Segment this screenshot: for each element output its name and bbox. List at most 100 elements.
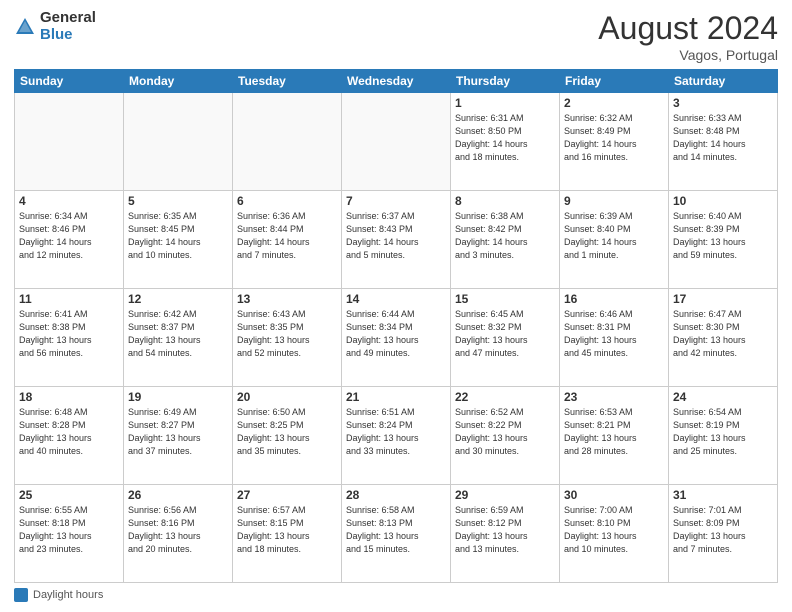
- logo-blue-text: Blue: [40, 27, 96, 44]
- day-info: Sunrise: 6:39 AM Sunset: 8:40 PM Dayligh…: [564, 210, 664, 262]
- day-number: 25: [19, 488, 119, 502]
- logo-general-text: General: [40, 10, 96, 27]
- legend-box: [14, 588, 28, 602]
- day-number: 8: [455, 194, 555, 208]
- day-info: Sunrise: 6:57 AM Sunset: 8:15 PM Dayligh…: [237, 504, 337, 556]
- day-info: Sunrise: 6:36 AM Sunset: 8:44 PM Dayligh…: [237, 210, 337, 262]
- day-number: 20: [237, 390, 337, 404]
- day-info: Sunrise: 6:56 AM Sunset: 8:16 PM Dayligh…: [128, 504, 228, 556]
- day-number: 13: [237, 292, 337, 306]
- day-number: 17: [673, 292, 773, 306]
- calendar-day-cell: 31 Sunrise: 7:01 AM Sunset: 8:09 PM Dayli…: [669, 485, 778, 583]
- calendar-day-cell: 28 Sunrise: 6:58 AM Sunset: 8:13 PM Dayli…: [342, 485, 451, 583]
- calendar-week-row: 18 Sunrise: 6:48 AM Sunset: 8:28 PM Dayli…: [15, 387, 778, 485]
- day-info: Sunrise: 6:51 AM Sunset: 8:24 PM Dayligh…: [346, 406, 446, 458]
- calendar-day-cell: 8 Sunrise: 6:38 AM Sunset: 8:42 PM Daylig…: [451, 191, 560, 289]
- day-info: Sunrise: 6:32 AM Sunset: 8:49 PM Dayligh…: [564, 112, 664, 164]
- calendar-col-header: Monday: [124, 70, 233, 93]
- day-info: Sunrise: 6:58 AM Sunset: 8:13 PM Dayligh…: [346, 504, 446, 556]
- calendar-day-cell: 3 Sunrise: 6:33 AM Sunset: 8:48 PM Daylig…: [669, 93, 778, 191]
- day-number: 16: [564, 292, 664, 306]
- calendar-day-cell: 29 Sunrise: 6:59 AM Sunset: 8:12 PM Dayli…: [451, 485, 560, 583]
- main-title: August 2024: [598, 10, 778, 47]
- day-info: Sunrise: 6:47 AM Sunset: 8:30 PM Dayligh…: [673, 308, 773, 360]
- calendar-day-cell: 19 Sunrise: 6:49 AM Sunset: 8:27 PM Dayli…: [124, 387, 233, 485]
- calendar-day-cell: 23 Sunrise: 6:53 AM Sunset: 8:21 PM Dayli…: [560, 387, 669, 485]
- day-info: Sunrise: 6:40 AM Sunset: 8:39 PM Dayligh…: [673, 210, 773, 262]
- calendar-day-cell: 17 Sunrise: 6:47 AM Sunset: 8:30 PM Dayli…: [669, 289, 778, 387]
- day-number: 23: [564, 390, 664, 404]
- day-info: Sunrise: 6:31 AM Sunset: 8:50 PM Dayligh…: [455, 112, 555, 164]
- calendar-col-header: Wednesday: [342, 70, 451, 93]
- day-info: Sunrise: 6:41 AM Sunset: 8:38 PM Dayligh…: [19, 308, 119, 360]
- calendar-day-cell: 22Sunrise: 6:52 AM Sunset: 8:22 PM Dayli…: [451, 387, 560, 485]
- calendar-day-cell: 5 Sunrise: 6:35 AM Sunset: 8:45 PM Daylig…: [124, 191, 233, 289]
- day-number: 14: [346, 292, 446, 306]
- calendar-day-cell: 14 Sunrise: 6:44 AM Sunset: 8:34 PM Dayli…: [342, 289, 451, 387]
- day-number: 29: [455, 488, 555, 502]
- subtitle: Vagos, Portugal: [598, 47, 778, 63]
- day-number: 9: [564, 194, 664, 208]
- day-info: Sunrise: 6:46 AM Sunset: 8:31 PM Dayligh…: [564, 308, 664, 360]
- calendar-week-row: 4 Sunrise: 6:34 AM Sunset: 8:46 PM Daylig…: [15, 191, 778, 289]
- header: General Blue August 2024 Vagos, Portugal: [14, 10, 778, 63]
- calendar-col-header: Friday: [560, 70, 669, 93]
- calendar-day-cell: 12Sunrise: 6:42 AM Sunset: 8:37 PM Dayli…: [124, 289, 233, 387]
- day-number: 18: [19, 390, 119, 404]
- legend-label: Daylight hours: [33, 589, 103, 601]
- day-info: Sunrise: 6:35 AM Sunset: 8:45 PM Dayligh…: [128, 210, 228, 262]
- day-info: Sunrise: 6:49 AM Sunset: 8:27 PM Dayligh…: [128, 406, 228, 458]
- calendar-day-cell: 2Sunrise: 6:32 AM Sunset: 8:49 PM Daylig…: [560, 93, 669, 191]
- day-info: Sunrise: 6:53 AM Sunset: 8:21 PM Dayligh…: [564, 406, 664, 458]
- day-info: Sunrise: 6:55 AM Sunset: 8:18 PM Dayligh…: [19, 504, 119, 556]
- day-info: Sunrise: 6:38 AM Sunset: 8:42 PM Dayligh…: [455, 210, 555, 262]
- day-info: Sunrise: 6:34 AM Sunset: 8:46 PM Dayligh…: [19, 210, 119, 262]
- day-number: 31: [673, 488, 773, 502]
- day-number: 19: [128, 390, 228, 404]
- calendar-day-cell: 16 Sunrise: 6:46 AM Sunset: 8:31 PM Dayli…: [560, 289, 669, 387]
- day-info: Sunrise: 6:33 AM Sunset: 8:48 PM Dayligh…: [673, 112, 773, 164]
- calendar-day-cell: 15Sunrise: 6:45 AM Sunset: 8:32 PM Dayli…: [451, 289, 560, 387]
- calendar-col-header: Sunday: [15, 70, 124, 93]
- calendar-header-row: SundayMondayTuesdayWednesdayThursdayFrid…: [15, 70, 778, 93]
- day-number: 30: [564, 488, 664, 502]
- calendar-day-cell: 7 Sunrise: 6:37 AM Sunset: 8:43 PM Daylig…: [342, 191, 451, 289]
- calendar-day-cell: 25 Sunrise: 6:55 AM Sunset: 8:18 PM Dayli…: [15, 485, 124, 583]
- day-number: 24: [673, 390, 773, 404]
- day-number: 7: [346, 194, 446, 208]
- calendar-day-cell: [233, 93, 342, 191]
- day-info: Sunrise: 6:45 AM Sunset: 8:32 PM Dayligh…: [455, 308, 555, 360]
- legend: Daylight hours: [14, 588, 778, 602]
- calendar-day-cell: 4 Sunrise: 6:34 AM Sunset: 8:46 PM Daylig…: [15, 191, 124, 289]
- calendar-day-cell: 30Sunrise: 7:00 AM Sunset: 8:10 PM Dayli…: [560, 485, 669, 583]
- calendar-col-header: Thursday: [451, 70, 560, 93]
- day-number: 1: [455, 96, 555, 110]
- page: General Blue August 2024 Vagos, Portugal…: [0, 0, 792, 612]
- day-number: 5: [128, 194, 228, 208]
- day-info: Sunrise: 6:59 AM Sunset: 8:12 PM Dayligh…: [455, 504, 555, 556]
- calendar-day-cell: [124, 93, 233, 191]
- day-info: Sunrise: 6:48 AM Sunset: 8:28 PM Dayligh…: [19, 406, 119, 458]
- day-number: 10: [673, 194, 773, 208]
- calendar-day-cell: [342, 93, 451, 191]
- day-info: Sunrise: 6:42 AM Sunset: 8:37 PM Dayligh…: [128, 308, 228, 360]
- title-block: August 2024 Vagos, Portugal: [598, 10, 778, 63]
- day-number: 27: [237, 488, 337, 502]
- day-number: 4: [19, 194, 119, 208]
- day-number: 22: [455, 390, 555, 404]
- calendar-day-cell: 9 Sunrise: 6:39 AM Sunset: 8:40 PM Daylig…: [560, 191, 669, 289]
- day-info: Sunrise: 6:54 AM Sunset: 8:19 PM Dayligh…: [673, 406, 773, 458]
- day-number: 3: [673, 96, 773, 110]
- day-info: Sunrise: 7:01 AM Sunset: 8:09 PM Dayligh…: [673, 504, 773, 556]
- calendar-week-row: 25 Sunrise: 6:55 AM Sunset: 8:18 PM Dayli…: [15, 485, 778, 583]
- logo: General Blue: [14, 10, 96, 43]
- calendar-day-cell: 18 Sunrise: 6:48 AM Sunset: 8:28 PM Dayli…: [15, 387, 124, 485]
- day-number: 28: [346, 488, 446, 502]
- logo-text: General Blue: [40, 10, 96, 43]
- day-info: Sunrise: 6:37 AM Sunset: 8:43 PM Dayligh…: [346, 210, 446, 262]
- day-number: 21: [346, 390, 446, 404]
- day-info: Sunrise: 6:43 AM Sunset: 8:35 PM Dayligh…: [237, 308, 337, 360]
- calendar-day-cell: 10 Sunrise: 6:40 AM Sunset: 8:39 PM Dayli…: [669, 191, 778, 289]
- calendar-day-cell: 13 Sunrise: 6:43 AM Sunset: 8:35 PM Dayli…: [233, 289, 342, 387]
- day-info: Sunrise: 6:44 AM Sunset: 8:34 PM Dayligh…: [346, 308, 446, 360]
